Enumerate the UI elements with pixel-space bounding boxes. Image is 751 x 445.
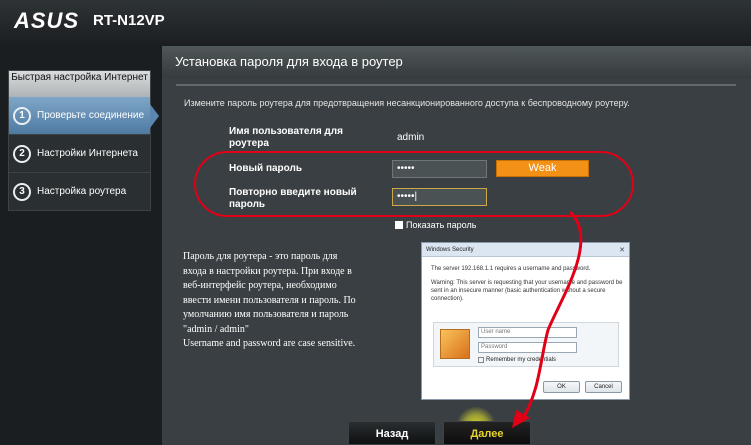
info-line: входа в настройки роутера. При входе в xyxy=(183,265,352,277)
step-1-icon: 1 xyxy=(13,106,31,125)
step-3-icon: 3 xyxy=(13,182,31,201)
windows-security-dialog-image: Windows Security ✕ The server 192.168.1.… xyxy=(421,242,630,400)
password-info-text: Пароль для роутера - это пароль для вход… xyxy=(183,250,403,352)
info-line: Пароль для роутера - это пароль для xyxy=(183,251,338,262)
sidebar-item-router-settings[interactable]: 3 Настройка роутера xyxy=(9,173,150,211)
next-button[interactable]: Далее xyxy=(443,421,531,445)
model-name: RT-N12VP xyxy=(93,12,165,29)
username-label: Имя пользователя для роутера xyxy=(229,126,343,149)
info-line: ввести имени пользователя и пароль. По xyxy=(183,294,356,306)
divider xyxy=(176,84,736,86)
info-line: умолчанию имя пользователя и пароль xyxy=(183,309,349,320)
sidebar-item-label: Настройки Интернета xyxy=(37,148,138,159)
sidebar: Быстрая настройка Интернет 1 Проверьте с… xyxy=(8,70,159,211)
dialog-cancel-button: Cancel xyxy=(585,381,622,393)
sidebar-item-label: Настройка роутера xyxy=(37,186,127,197)
sidebar-item-label: Проверьте соединение xyxy=(37,110,145,121)
remember-credentials: Remember my credentials xyxy=(478,357,556,363)
sidebar-item-internet-settings[interactable]: 2 Настройки Интернета xyxy=(9,135,150,173)
user-avatar-icon xyxy=(440,329,470,359)
remember-label: Remember my credentials xyxy=(486,357,557,363)
dialog-username-input: User name xyxy=(478,327,577,338)
step-2-icon: 2 xyxy=(13,144,31,163)
show-password-checkbox[interactable]: Показать пароль xyxy=(395,220,476,230)
annotation-highlight-oval xyxy=(194,151,634,217)
username-value: admin xyxy=(397,132,425,143)
top-bar: ASUS RT-N12VP xyxy=(0,0,751,44)
main-panel: Установка пароля для входа в роутер Изме… xyxy=(162,46,751,445)
asus-logo: ASUS xyxy=(14,8,80,33)
checkbox-icon xyxy=(478,357,484,363)
show-password-label: Показать пароль xyxy=(406,220,477,230)
dialog-warning-line: Warning: This server is requesting that … xyxy=(431,280,623,286)
sidebar-title: Быстрая настройка Интернет xyxy=(9,71,150,97)
dialog-ok-button: OK xyxy=(543,381,580,393)
dialog-warning-line: sent in an insecure manner (basic authen… xyxy=(431,288,606,294)
dialog-title: Windows Security xyxy=(422,243,629,257)
page-title: Установка пароля для входа в роутер xyxy=(162,46,751,78)
sidebar-item-check-connection[interactable]: 1 Проверьте соединение xyxy=(9,97,159,135)
credential-box: User name Password Remember my credentia… xyxy=(433,322,619,367)
dialog-password-input: Password xyxy=(478,342,577,353)
page-description: Измените пароль роутера для предотвращен… xyxy=(184,98,630,108)
close-icon: ✕ xyxy=(619,247,625,254)
dialog-server-line: The server 192.168.1.1 requires a userna… xyxy=(431,266,591,272)
dialog-warning-line: connection). xyxy=(431,296,464,302)
back-button[interactable]: Назад xyxy=(348,421,436,445)
info-line: веб-интерфейс роутера, необходимо xyxy=(183,280,337,291)
info-line: "admin / admin" xyxy=(183,323,249,335)
checkbox-icon xyxy=(395,221,403,229)
info-line: Username and password are case sensitive… xyxy=(183,338,356,349)
